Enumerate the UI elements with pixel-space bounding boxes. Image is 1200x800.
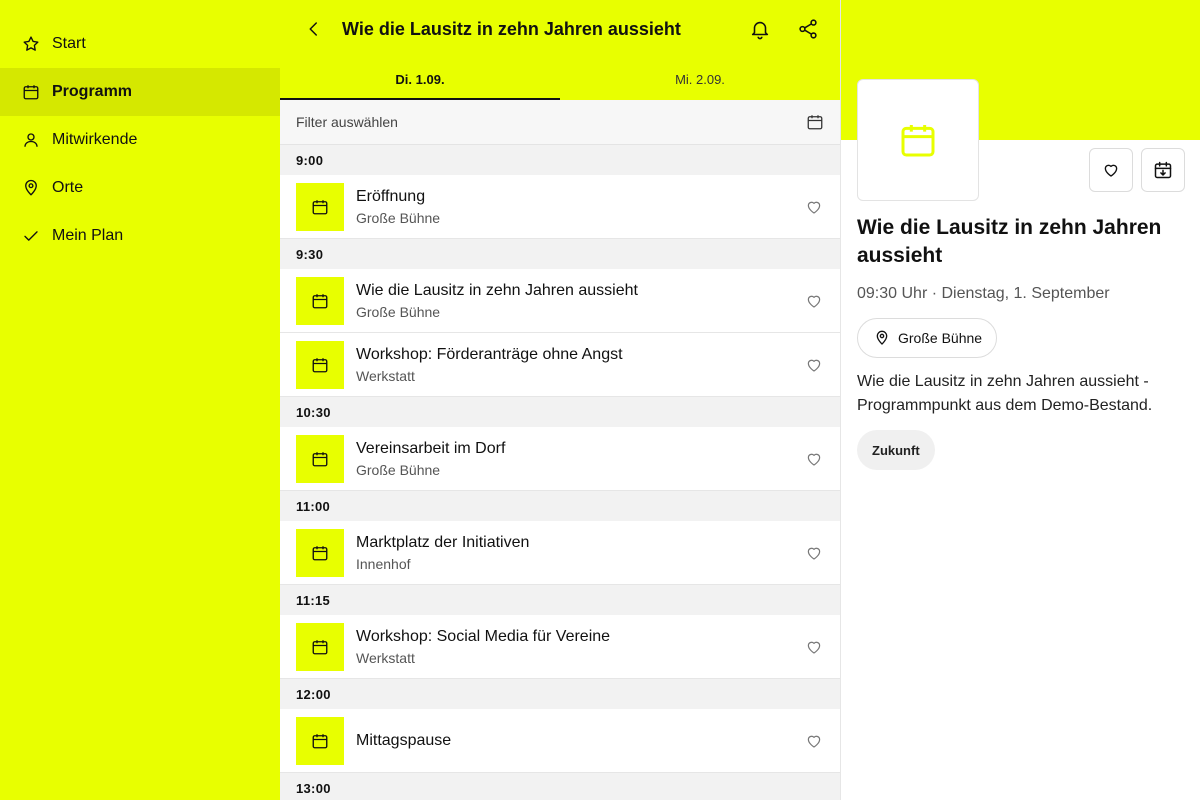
event-texts: Wie die Lausitz in zehn Jahren aussieht G… [356,281,802,321]
chevron-left-icon [309,22,317,36]
time-slot-header: 9:30 [280,239,840,269]
event-texts: Workshop: Förderanträge ohne Angst Werkst… [356,345,802,385]
event-title: Wie die Lausitz in zehn Jahren aussieht [857,216,1162,267]
heart-icon[interactable] [802,353,826,377]
event-list-item[interactable]: Workshop: Förderanträge ohne Angst Werkst… [280,333,840,397]
sidebar-item-mein-plan[interactable]: Mein Plan [0,212,280,260]
calendar-icon [296,528,344,577]
event-name: Marktplatz der Initiativen [356,533,530,551]
event-list-item[interactable]: Vereinsarbeit im Dorf Große Bühne [280,427,840,491]
sidebar-item-label: Orte [52,179,84,196]
event-texts: Marktplatz der Initiativen Innenhof [356,533,802,573]
event-list-item[interactable]: Marktplatz der Initiativen Innenhof [280,521,840,585]
event-name: Wie die Lausitz in zehn Jahren aussieht [356,281,638,299]
heart-icon[interactable] [802,289,826,313]
calendar-icon [22,83,40,101]
share-icon [799,19,817,39]
event-description: Wie die Lausitz in zehn Jahren aussieht … [857,373,1153,414]
calendar-download-icon [1154,161,1172,179]
calendar-icon [901,125,935,157]
event-detail-panel: Wie die Lausitz in zehn Jahren aussieht … [840,0,1200,800]
heart-icon[interactable] [802,195,826,219]
event-texts: Eröffnung Große Bühne [356,187,802,227]
bell-icon [751,21,769,40]
tag-chip[interactable]: Zukunft [857,430,935,470]
top-app-bar: Wie die Lausitz in zehn Jahren aussieht [280,0,840,58]
event-texts: Mittagspause [356,731,802,751]
location-label: Große Bühne [898,330,983,346]
calendar-icon [296,276,344,325]
sidebar-item-programm[interactable]: Programm [0,68,280,116]
event-name: Workshop: Social Media für Vereine [356,627,611,645]
event-place: Innenhof [356,555,411,572]
add-to-calendar-button[interactable] [1141,148,1185,192]
map-pin-icon [874,330,890,346]
calendar-icon [296,182,344,231]
time-slot-header: 11:15 [280,585,840,615]
event-texts: Workshop: Social Media für Vereine Werkst… [356,627,802,667]
event-list-item[interactable]: Mittagspause [280,709,840,773]
calendar-icon[interactable] [806,113,824,131]
sidebar-item-label: Programm [52,83,133,100]
sidebar-item-mitwirkende[interactable]: Mitwirkende [0,116,280,164]
event-name: Mittagspause [356,731,452,749]
event-list-item[interactable]: Eröffnung Große Bühne [280,175,840,239]
event-texts: Vereinsarbeit im Dorf Große Bühne [356,439,802,479]
event-place: Werkstatt [356,367,415,384]
event-name: Eröffnung [356,187,426,205]
share-button[interactable] [792,13,824,45]
schedule-list: 9:00 Eröffnung Große Bühne 9:30 Wie die Laus… [280,145,840,800]
person-icon [22,131,40,149]
time-slot-header: 12:00 [280,679,840,709]
sidebar-item-label: Mein Plan [52,227,124,244]
event-place: Große Bühne [356,209,441,226]
program-list-panel: Wie die Lausitz in zehn Jahren aussieht … [280,0,840,800]
calendar-icon [296,716,344,765]
star-icon [22,35,40,53]
day-tabs: Di. 1.09. Mi. 2.09. [280,58,840,100]
heart-icon[interactable] [802,541,826,565]
event-name: Workshop: Förderanträge ohne Angst [356,345,623,363]
back-button[interactable] [300,15,328,43]
sidebar-item-label: Mitwirkende [52,131,138,148]
event-image-placeholder [857,79,979,201]
location-chip[interactable]: Große Bühne [857,318,998,358]
calendar-icon [296,434,344,483]
event-list-item[interactable]: Workshop: Social Media für Vereine Werkst… [280,615,840,679]
favorite-button[interactable] [1089,148,1133,192]
event-list-item[interactable]: Wie die Lausitz in zehn Jahren aussieht G… [280,269,840,333]
heart-icon [1104,164,1118,177]
check-icon [22,227,40,245]
time-slot-header: 11:00 [280,491,840,521]
notifications-button[interactable] [744,13,776,45]
time-slot-header: 10:30 [280,397,840,427]
time-slot-header: 9:00 [280,145,840,175]
event-place: Große Bühne [356,303,441,320]
tab-day-1[interactable]: Di. 1.09. [280,58,560,100]
page-title: Wie die Lausitz in zehn Jahren aussieht [342,18,681,39]
event-place: Werkstatt [356,649,415,666]
event-time: 09:30 Uhr · Dienstag, 1. September [857,285,1110,302]
heart-icon[interactable] [802,447,826,471]
sidebar-item-label: Start [52,35,86,52]
filter-bar[interactable]: Filter auswählen [280,100,840,145]
map-pin-icon [22,179,40,197]
time-slot-header: 13:00 [280,773,840,800]
sidebar-item-orte[interactable]: Orte [0,164,280,212]
heart-icon[interactable] [802,635,826,659]
event-name: Vereinsarbeit im Dorf [356,439,506,457]
heart-icon[interactable] [802,729,826,753]
sidebar-item-start[interactable]: Start [0,20,280,68]
calendar-icon [296,340,344,389]
calendar-icon [296,622,344,671]
sidebar: Start Programm Mitwirkende Orte Mein Pla… [0,0,280,800]
tab-day-2[interactable]: Mi. 2.09. [560,58,840,100]
filter-label: Filter auswählen [296,114,398,130]
event-place: Große Bühne [356,461,441,478]
